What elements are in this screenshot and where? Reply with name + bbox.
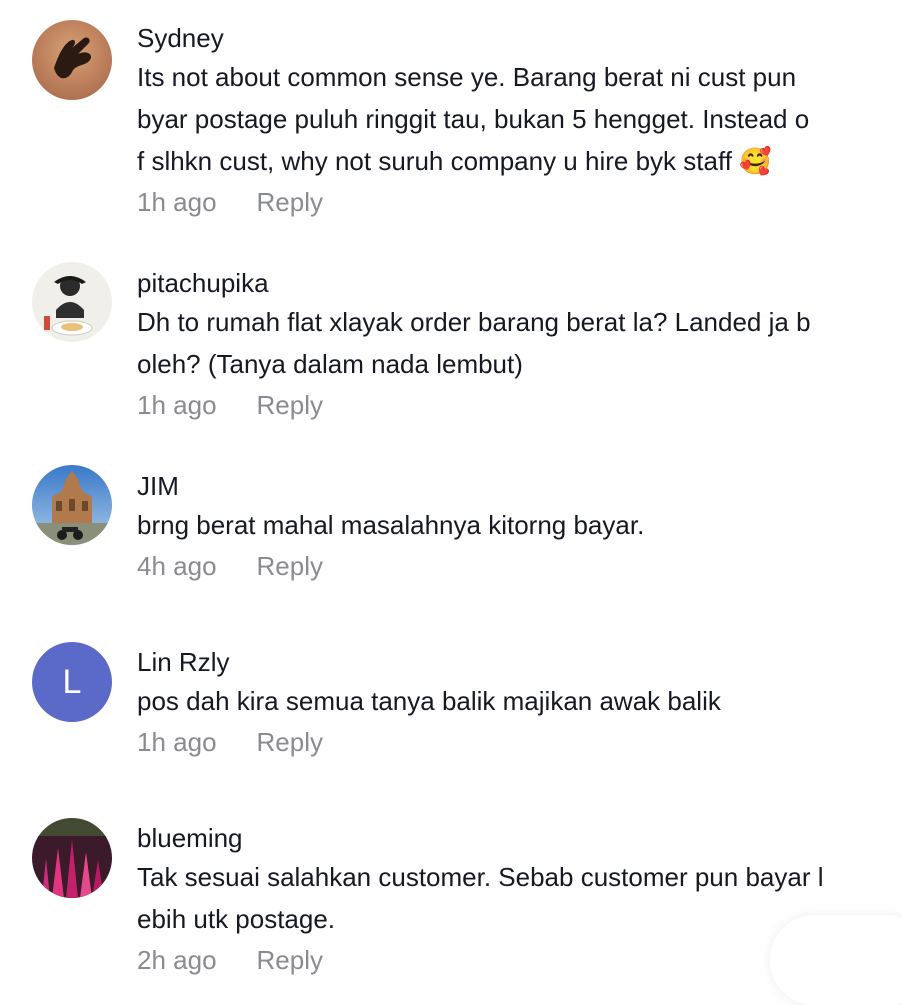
timestamp: 1h ago [137,390,217,420]
person-dining-icon [32,262,112,342]
reply-button[interactable]: Reply [257,546,323,586]
comment-text: Dh to rumah flat xlayak order barang ber… [137,307,811,379]
username[interactable]: blueming [137,822,897,854]
comment-text: Its not about common sense ye. Barang be… [137,62,810,176]
timestamp: 4h ago [137,551,217,581]
comment-meta: 1h ago Reply [137,182,897,222]
username[interactable]: Lin Rzly [137,646,897,678]
avatar[interactable] [32,818,112,898]
avatar-letter: L [62,663,82,701]
comment-meta: 1h ago Reply [137,385,897,425]
reply-button[interactable]: Reply [257,722,323,762]
comment-meta: 4h ago Reply [137,546,897,586]
comment-text: pos dah kira semua tanya balik majikan a… [137,686,721,716]
comment-meta: 1h ago Reply [137,722,897,762]
avatar[interactable] [32,262,112,342]
floating-button-edge[interactable] [770,915,902,1005]
avatar[interactable] [32,465,112,545]
timestamp: 1h ago [137,727,217,757]
reply-button[interactable]: Reply [257,182,323,222]
reply-button[interactable]: Reply [257,385,323,425]
hand-silhouette-icon [32,20,112,100]
username[interactable]: pitachupika [137,267,897,299]
comment-text: brng berat mahal masalahnya kitorng baya… [137,510,645,540]
avatar[interactable] [32,20,112,100]
reply-button[interactable]: Reply [257,940,323,980]
username[interactable]: Sydney [137,22,897,54]
building-motorcycle-icon [32,465,112,545]
avatar[interactable]: L [32,642,112,722]
username[interactable]: JIM [137,470,897,502]
pink-flowers-icon [32,818,112,898]
timestamp: 1h ago [137,187,217,217]
timestamp: 2h ago [137,945,217,975]
